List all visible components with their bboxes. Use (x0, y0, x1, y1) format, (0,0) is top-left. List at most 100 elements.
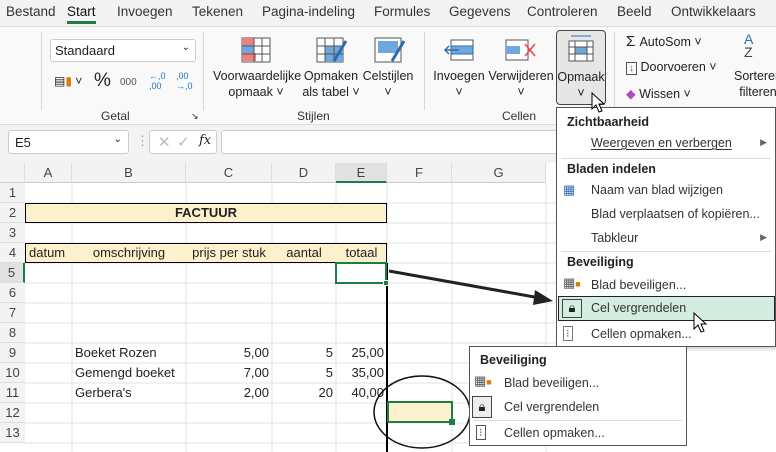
inset-protection-menu: Beveiliging ▦■ Blad beveiligen... 🔒︎ Cel… (469, 346, 687, 446)
cell-desc[interactable]: Boeket Rozen (72, 343, 186, 363)
cell-desc[interactable]: Gemengd boeket (72, 363, 186, 383)
row-header-1[interactable]: 1 (0, 183, 25, 203)
rename-sheet-icon: ▦ (563, 182, 576, 197)
cell-price[interactable]: 5,00 (186, 343, 272, 363)
column-header-c[interactable]: C (186, 163, 272, 183)
column-header-d[interactable]: D (272, 163, 336, 183)
label: Voorwaardelijke (213, 69, 302, 83)
cell-total[interactable]: 25,00 (336, 343, 387, 363)
row-header-6[interactable]: 6 (0, 283, 25, 303)
cell-price[interactable]: 2,00 (186, 383, 272, 403)
column-header-e[interactable]: E (336, 163, 387, 183)
row-header-2[interactable]: 2 (0, 203, 25, 223)
label: Sorteren (734, 69, 776, 83)
label: opmaak ˅ (228, 85, 284, 99)
row-header-13[interactable]: 13 (0, 423, 25, 443)
percent-button[interactable]: % (94, 70, 111, 92)
tab-invoegen[interactable]: Invoegen (117, 4, 173, 19)
menu-item-tab-color[interactable]: Tabkleur (591, 231, 638, 245)
label: als tabel ˅ (302, 85, 360, 99)
tab-tekenen[interactable]: Tekenen (192, 4, 243, 19)
inset-protect-sheet: Blad beveiligen... (504, 376, 600, 390)
submenu-arrow-icon: ▶ (760, 232, 767, 242)
label: Invoegen (433, 69, 485, 83)
menu-item-show-hide[interactable]: Weergeven en verbergen (591, 136, 732, 150)
currency-icon[interactable]: ▤▮ ˅ (54, 74, 82, 88)
number-format-select[interactable]: Standaard ⌄ (50, 39, 196, 62)
menu-item-rename[interactable]: Naam van blad wijzigen (591, 183, 723, 197)
thousands-button[interactable]: 000 (120, 77, 137, 88)
row-header-11[interactable]: 11 (0, 383, 25, 403)
label: ˅ (517, 85, 525, 99)
cell-styles-button[interactable]: Celstijlen ˅ (362, 68, 414, 100)
select-all[interactable] (0, 163, 25, 183)
menu-item-format-cells[interactable]: Cellen opmaken... (591, 327, 692, 341)
header-prijs[interactable]: prijs per stuk (186, 243, 272, 263)
cell-qty[interactable]: 5 (272, 363, 336, 383)
inset-format-cells: Cellen opmaken... (504, 426, 605, 440)
fx-button[interactable]: fx (199, 133, 211, 148)
row-header-12[interactable]: 12 (0, 403, 25, 423)
cell-total[interactable]: 40,00 (336, 383, 387, 403)
ribbon-tabs: Bestand Start Invoegen Tekenen Pagina-in… (0, 0, 776, 27)
fill-button[interactable]: ↓ Doorvoeren ˅ (626, 60, 717, 75)
row-header-9[interactable]: 9 (0, 343, 25, 363)
menu-item-protect-sheet[interactable]: Blad beveiligen... (591, 278, 686, 292)
header-datum[interactable]: datum (26, 243, 68, 263)
menu-heading-visibility: Zichtbaarheid (567, 115, 649, 129)
label: Verwijderen (488, 69, 554, 83)
increase-decimal-icon[interactable]: ←,0 ,00 (149, 71, 167, 91)
selected-cell-e5[interactable] (335, 262, 389, 286)
clear-button[interactable]: ◆ Wissen ˅ (626, 86, 691, 101)
header-omschrijving[interactable]: omschrijving (72, 243, 186, 263)
cell-styles-icon (374, 37, 406, 63)
format-dropdown-menu: Zichtbaarheid Weergeven en verbergen ▶ B… (556, 107, 776, 347)
tab-formules[interactable]: Formules (374, 4, 430, 19)
column-header-f[interactable]: F (387, 163, 452, 183)
row-header-5[interactable]: 5 (0, 263, 25, 283)
header-aantal[interactable]: aantal (272, 243, 336, 263)
cancel-icon[interactable]: ✕ (158, 133, 171, 151)
lock-icon: 🔒︎ (562, 299, 582, 318)
tab-controleren[interactable]: Controleren (527, 4, 598, 19)
tab-ontwikkelaars[interactable]: Ontwikkelaars (671, 4, 756, 19)
row-header-8[interactable]: 8 (0, 323, 25, 343)
submenu-arrow-icon: ▶ (760, 137, 767, 147)
cell-desc[interactable]: Gerbera's (72, 383, 186, 403)
check-icon[interactable]: ✓ (177, 133, 190, 151)
tab-bestand[interactable]: Bestand (6, 4, 56, 19)
dialog-launcher-icon[interactable]: ↘ (191, 111, 199, 122)
tab-start[interactable]: Start (67, 4, 96, 24)
decrease-decimal-icon[interactable]: ,00 →,0 (176, 71, 194, 91)
invoice-title-cell[interactable]: FACTUUR (25, 203, 387, 223)
format-as-table-button[interactable]: Opmaken als tabel ˅ (302, 68, 360, 100)
header-totaal[interactable]: totaal (336, 243, 387, 263)
cell-qty[interactable]: 20 (272, 383, 336, 403)
row-header-10[interactable]: 10 (0, 363, 25, 383)
insert-button[interactable]: Invoegen ˅ (432, 68, 486, 100)
menu-item-move-copy[interactable]: Blad verplaatsen of kopiëren... (591, 207, 760, 221)
cell-total[interactable]: 35,00 (336, 363, 387, 383)
sort-filter-button[interactable]: Sorteren filteren (728, 68, 776, 100)
menu-heading-sheets: Bladen indelen (567, 162, 656, 176)
row-header-4[interactable]: 4 (0, 243, 25, 263)
tab-pagina-indeling[interactable]: Pagina-indeling (262, 4, 355, 19)
tab-beeld[interactable]: Beeld (617, 4, 652, 19)
column-header-b[interactable]: B (72, 163, 186, 183)
menu-item-lock-cell[interactable]: 🔒︎ Cel vergrendelen (558, 296, 775, 321)
column-header-g[interactable]: G (452, 163, 546, 183)
splitter-icon[interactable]: ⋮ (136, 133, 149, 149)
autosum-button[interactable]: Σ AutoSom ˅ (626, 33, 702, 50)
row-header-3[interactable]: 3 (0, 223, 25, 243)
formula-buttons: ✕ ✓ fx (149, 130, 217, 154)
tab-gegevens[interactable]: Gegevens (449, 4, 511, 19)
protect-sheet-icon: ▦■ (474, 373, 492, 388)
row-header-7[interactable]: 7 (0, 303, 25, 323)
column-header-a[interactable]: A (25, 163, 72, 183)
name-box[interactable]: E5 ⌄ (8, 130, 129, 154)
cell-price[interactable]: 7,00 (186, 363, 272, 383)
delete-button[interactable]: Verwijderen ˅ (488, 68, 554, 100)
conditional-format-button[interactable]: Voorwaardelijke opmaak ˅ (213, 68, 302, 100)
format-cells-icon: ⁝ (563, 326, 573, 341)
cell-qty[interactable]: 5 (272, 343, 336, 363)
